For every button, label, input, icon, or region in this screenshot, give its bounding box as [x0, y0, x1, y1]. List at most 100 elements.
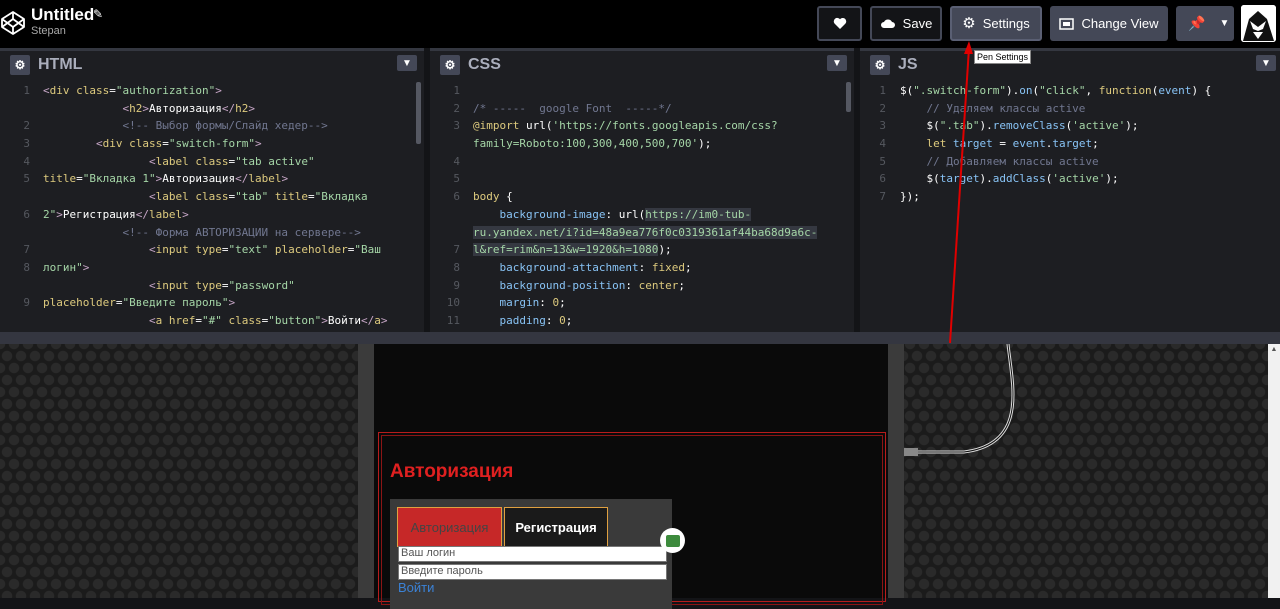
html-code[interactable]: 12345678910 <div class="authorization"> … — [0, 82, 424, 332]
line-number: 5 — [23, 172, 30, 186]
css-pane-tab: ⚙ CSS — [430, 48, 854, 78]
password-input[interactable]: Введите пароль — [398, 564, 667, 580]
chevron-down-icon[interactable]: ▼ — [1219, 18, 1229, 29]
line-number: 7 — [879, 190, 886, 204]
code-line: background-attachment: fixed; — [499, 260, 692, 274]
line-number — [0, 100, 30, 118]
save-button[interactable]: Save — [870, 6, 942, 41]
line-numbers: 1 2 3 4 5 6 7 8 9 10 11 — [430, 82, 466, 330]
code-line: $(".tab").removeClass('active'); — [926, 119, 1139, 133]
gear-icon[interactable]: ⚙ — [10, 54, 30, 75]
cable-decoration — [904, 344, 1015, 456]
line-number: 6 — [453, 190, 460, 204]
line-number — [430, 206, 460, 224]
code-line: <input type="password" — [148, 278, 295, 292]
code-lines[interactable]: /* ----- google Font -----*/ @import url… — [473, 82, 844, 330]
chevron-down-icon[interactable]: ▼ — [397, 55, 417, 71]
tab-registration[interactable]: Регистрация — [504, 507, 608, 547]
html-pane-label: HTML — [38, 55, 83, 73]
pen-settings-tooltip: Pen Settings — [974, 50, 1032, 64]
author-name[interactable]: Stepan — [31, 25, 66, 37]
code-line: let target = event.target; — [926, 137, 1099, 151]
code-line: l&ref=rim&n=13&w=1920&h=1080); — [473, 243, 672, 257]
editors-area: ⚙ HTML ▼ 1 2 3 4 5 6 7 8 9 10 <div class="authori… — [0, 48, 1280, 332]
code-line: логин"> — [43, 260, 90, 274]
love-button[interactable] — [817, 6, 862, 41]
line-number: 1 — [879, 84, 886, 97]
js-code[interactable]: 1 2 3 4 5 6 7 $(".switch-form").on("click", fu… — [860, 82, 1280, 332]
html-pane-header: ⚙ HTML ▼ — [0, 48, 424, 78]
change-view-label: Change View — [1081, 16, 1159, 31]
line-number — [0, 312, 30, 330]
change-view-button[interactable]: Change View — [1050, 6, 1168, 41]
pin-icon: 📌 — [1188, 15, 1206, 31]
line-number — [0, 277, 30, 295]
code-line: 2">Регистрация</label> — [43, 207, 189, 221]
line-number: 5 — [453, 172, 460, 186]
heart-icon — [833, 17, 846, 29]
code-line: <!-- Форма АВТОРИЗАЦИИ на сервере--> — [43, 225, 361, 239]
gear-icon[interactable]: ⚙ — [870, 54, 890, 75]
chevron-down-icon[interactable]: ▼ — [1256, 55, 1276, 71]
line-number: 5 — [879, 154, 886, 168]
avatar[interactable] — [1241, 5, 1276, 42]
settings-label: Settings — [982, 16, 1030, 31]
code-line: title="Вкладка 1">Авторизация</label> — [43, 172, 289, 186]
pin-button[interactable]: 📌 ▼ — [1176, 6, 1234, 41]
codepen-logo-icon[interactable] — [0, 10, 26, 36]
code-lines[interactable]: $(".switch-form").on("click", function(e… — [900, 82, 1270, 206]
css-code[interactable]: 1 2 3 4 5 6 7 8 9 10 11 /* ----- google Font -----… — [430, 82, 854, 332]
pen-title[interactable]: Untitled — [31, 5, 94, 25]
css-scrollbar[interactable] — [846, 82, 851, 112]
scroll-up-arrow-icon[interactable]: ▲ — [1270, 346, 1278, 353]
line-numbers: 1 2 3 4 5 6 7 — [860, 82, 892, 206]
line-number: 4 — [23, 154, 30, 168]
line-number: 8 — [453, 260, 460, 274]
gear-icon[interactable]: ⚙ — [440, 54, 460, 75]
login-input[interactable]: Ваш логин — [398, 546, 667, 562]
code-lines[interactable]: <div class="authorization"> <h2>Авториза… — [43, 82, 414, 330]
html-pane-tab: ⚙ HTML — [0, 48, 424, 78]
line-numbers: 12345678910 — [0, 82, 36, 332]
line-number — [0, 224, 30, 242]
html-editor-pane: ⚙ HTML ▼ 12345678910 <div class="authori… — [0, 48, 424, 332]
layout-icon — [1059, 17, 1075, 30]
login-button[interactable]: Войти — [398, 580, 434, 595]
code-line: // Удаляем классы active — [900, 101, 1086, 115]
cloud-icon — [880, 19, 895, 28]
code-line: family=Roboto:100,300,400,500,700'); — [473, 137, 712, 151]
line-number: 1 — [23, 84, 30, 97]
js-pane-tab: ⚙ JS — [860, 48, 1280, 78]
css-editor-pane: ⚙ CSS ▼ 1 2 3 4 5 6 7 8 9 10 11 /* ----- google Fo… — [430, 48, 854, 332]
preview-scrollbar[interactable]: ▲ — [1268, 344, 1280, 598]
line-number: 1 — [453, 84, 460, 97]
code-line: // Добавляем классы active — [900, 154, 1099, 168]
html-scrollbar[interactable] — [416, 82, 421, 144]
settings-button[interactable]: ⚙ Settings — [950, 6, 1042, 41]
line-number — [0, 188, 30, 206]
code-line: margin: 0; — [499, 296, 566, 310]
edit-pencil-icon[interactable]: ✎ — [93, 7, 103, 21]
tab-authorization[interactable]: Авторизация — [397, 507, 502, 547]
code-line: <label class="tab active" — [148, 154, 315, 168]
line-number: 3 — [453, 119, 460, 133]
line-number: 11 — [446, 313, 460, 327]
line-number: 4 — [879, 137, 886, 151]
code-line: <label class="tab" title="Вкладка — [148, 190, 368, 204]
code-line: padding: 0; — [499, 313, 573, 327]
chevron-down-icon[interactable]: ▼ — [827, 55, 847, 71]
editor-resize-bar[interactable] — [0, 332, 1280, 344]
code-line: <div class="authorization"> — [43, 84, 222, 97]
auth-heading: Авторизация — [390, 461, 514, 482]
line-number: 3 — [879, 119, 886, 133]
top-bar: Untitled ✎ Stepan Save ⚙ Settings Change… — [0, 0, 1280, 48]
line-number: 6 — [23, 207, 30, 221]
code-line: background-position: center; — [499, 278, 685, 292]
js-pane-header: ⚙ JS ▼ — [860, 48, 1280, 78]
js-pane-label: JS — [898, 55, 918, 73]
css-pane-header: ⚙ CSS ▼ — [430, 48, 854, 78]
code-line: $(".switch-form").on("click", function(e… — [900, 84, 1212, 97]
extension-icon[interactable] — [660, 528, 685, 553]
